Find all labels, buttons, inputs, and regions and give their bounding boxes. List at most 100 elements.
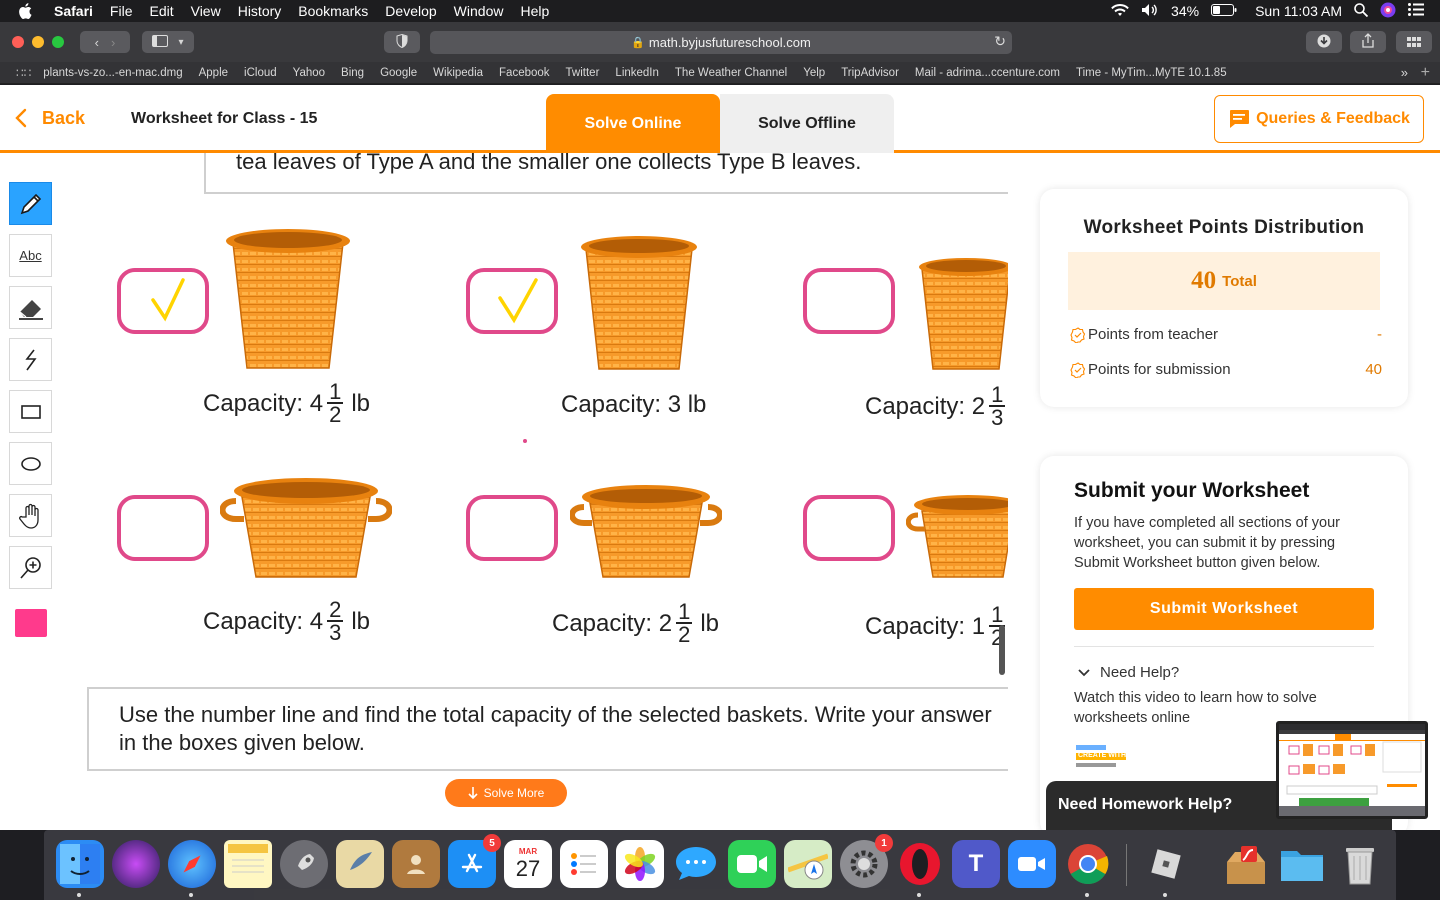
notification-center-icon[interactable]	[1408, 3, 1424, 19]
close-window-button[interactable]	[12, 36, 24, 48]
opera-icon[interactable]	[896, 840, 944, 888]
finder-icon[interactable]	[56, 840, 104, 888]
menu-file[interactable]: File	[110, 3, 133, 19]
maps-icon[interactable]	[784, 840, 832, 888]
address-bar[interactable]: 🔒 math.byjusfutureschool.com ↻	[430, 31, 1012, 54]
facetime-icon[interactable]	[728, 840, 776, 888]
sidebar-toggle-button[interactable]: ▾	[142, 31, 194, 53]
solve-more-label: Solve More	[483, 786, 545, 800]
bookmark-item[interactable]: TripAdvisor	[841, 67, 899, 79]
bookmark-item[interactable]: plants-vs-zo...-en-mac.dmg	[43, 67, 182, 79]
reminders-icon[interactable]	[560, 840, 608, 888]
bookmark-item[interactable]: Time - MyTim...MyTE 10.1.85	[1076, 67, 1227, 79]
messages-icon[interactable]	[672, 840, 720, 888]
clock[interactable]: Sun 11:03 AM	[1255, 3, 1342, 19]
siri-icon[interactable]	[112, 840, 160, 888]
mail-stamp-icon[interactable]	[336, 840, 384, 888]
menu-edit[interactable]: Edit	[149, 3, 173, 19]
contacts-icon[interactable]	[392, 840, 440, 888]
back-forward-buttons[interactable]: ‹ ›	[80, 31, 130, 53]
menu-app-name[interactable]: Safari	[54, 3, 93, 19]
safari-compass-icon[interactable]	[168, 840, 216, 888]
menu-bookmarks[interactable]: Bookmarks	[298, 3, 368, 19]
folder-icon[interactable]	[1278, 840, 1326, 888]
launchpad-rocket-icon[interactable]	[280, 840, 328, 888]
lock-icon: 🔒	[631, 37, 645, 49]
need-help-toggle[interactable]: Need Help?	[1078, 664, 1179, 681]
photos-icon[interactable]	[616, 840, 664, 888]
solve-more-button[interactable]: Solve More	[445, 779, 567, 807]
calendar-icon[interactable]: MAR 27	[504, 840, 552, 888]
points-total-label: Total	[1222, 272, 1257, 290]
new-tab-button[interactable]: +	[1421, 64, 1430, 82]
pen-dot	[523, 439, 527, 443]
tab-solve-online[interactable]: Solve Online	[546, 94, 720, 153]
question-box-top: tea leaves of Type A and the smaller one…	[204, 153, 1008, 194]
chevron-left-icon[interactable]: ‹	[95, 35, 99, 50]
bookmark-item[interactable]: iCloud	[244, 67, 277, 79]
siri-icon[interactable]	[1380, 2, 1396, 21]
bookmark-item[interactable]: Facebook	[499, 67, 550, 79]
bookmark-item[interactable]: Wikipedia	[433, 67, 483, 79]
privacy-shield-button[interactable]	[384, 31, 420, 53]
bookmark-item[interactable]: Google	[380, 67, 417, 79]
menu-view[interactable]: View	[191, 3, 221, 19]
roblox-icon[interactable]	[1142, 840, 1190, 888]
bookmark-item[interactable]: Yelp	[803, 67, 825, 79]
chrome-icon[interactable]	[1064, 840, 1112, 888]
back-button[interactable]: Back	[14, 107, 85, 129]
menu-develop[interactable]: Develop	[385, 3, 436, 19]
queries-feedback-button[interactable]: Queries & Feedback	[1214, 95, 1424, 143]
zoom-window-button[interactable]	[52, 36, 64, 48]
bookmark-item[interactable]: Bing	[341, 67, 364, 79]
wifi-icon[interactable]	[1111, 3, 1129, 20]
bookmarks-grid-icon[interactable]: ∷∷	[16, 66, 31, 80]
capacity-label: Capacity: 2 12 lb	[552, 601, 719, 646]
tab-solve-offline[interactable]: Solve Offline	[720, 94, 894, 153]
menu-window[interactable]: Window	[454, 3, 504, 19]
downloads-button[interactable]	[1306, 31, 1342, 53]
macos-menubar: Safari File Edit View History Bookmarks …	[0, 0, 1440, 22]
teams-icon[interactable]: T	[952, 840, 1000, 888]
reload-icon[interactable]: ↻	[994, 33, 1006, 50]
help-video-thumbnail[interactable]: CREATE WITH MATH	[1074, 743, 1274, 771]
minimize-window-button[interactable]	[32, 36, 44, 48]
menu-history[interactable]: History	[238, 3, 282, 19]
bookmark-item[interactable]: Apple	[199, 67, 228, 79]
menu-help[interactable]: Help	[520, 3, 549, 19]
basket-checkbox[interactable]	[466, 495, 558, 561]
basket-checkbox[interactable]	[466, 268, 558, 334]
basket-checkbox[interactable]	[803, 268, 895, 334]
notes-icon[interactable]	[224, 840, 272, 888]
trash-icon[interactable]	[1336, 840, 1384, 888]
worksheet-scrollbar[interactable]	[999, 625, 1005, 675]
basket-checkbox[interactable]	[117, 268, 209, 334]
bookmark-item[interactable]: The Weather Channel	[675, 67, 787, 79]
bookmark-item[interactable]: LinkedIn	[615, 67, 658, 79]
bookmark-item[interactable]: Twitter	[566, 67, 600, 79]
capacity-unit: lb	[351, 389, 370, 417]
bookmark-item[interactable]: Yahoo	[293, 67, 325, 79]
apple-menu-icon[interactable]	[18, 3, 40, 19]
back-label: Back	[42, 107, 86, 128]
basket-checkbox[interactable]	[117, 495, 209, 561]
bookmarks-overflow-button[interactable]: »	[1401, 65, 1408, 80]
share-button[interactable]	[1350, 31, 1386, 53]
bookmark-item[interactable]: Mail - adrima...ccenture.com	[915, 67, 1060, 79]
submit-worksheet-button[interactable]: Submit Worksheet	[1074, 588, 1374, 630]
zoom-video-icon[interactable]	[1008, 840, 1056, 888]
calendar-day: 27	[515, 856, 541, 881]
points-value: -	[1377, 326, 1382, 343]
basket-checkbox[interactable]	[803, 495, 895, 561]
volume-icon[interactable]	[1141, 3, 1159, 20]
screenshot-preview-thumbnail[interactable]	[1276, 721, 1428, 819]
flash-installer-icon[interactable]	[1222, 840, 1270, 888]
chevron-right-icon[interactable]: ›	[111, 35, 115, 50]
capacity-whole: Capacity: 3 lb	[561, 391, 707, 418]
battery-icon[interactable]	[1211, 3, 1237, 19]
system-preferences-gear-icon[interactable]: 1	[840, 834, 893, 888]
app-store-icon[interactable]: 5	[448, 834, 501, 888]
spotlight-icon[interactable]	[1354, 2, 1369, 20]
tab-overview-button[interactable]	[1396, 31, 1432, 53]
fraction-numerator: 1	[989, 602, 1006, 627]
